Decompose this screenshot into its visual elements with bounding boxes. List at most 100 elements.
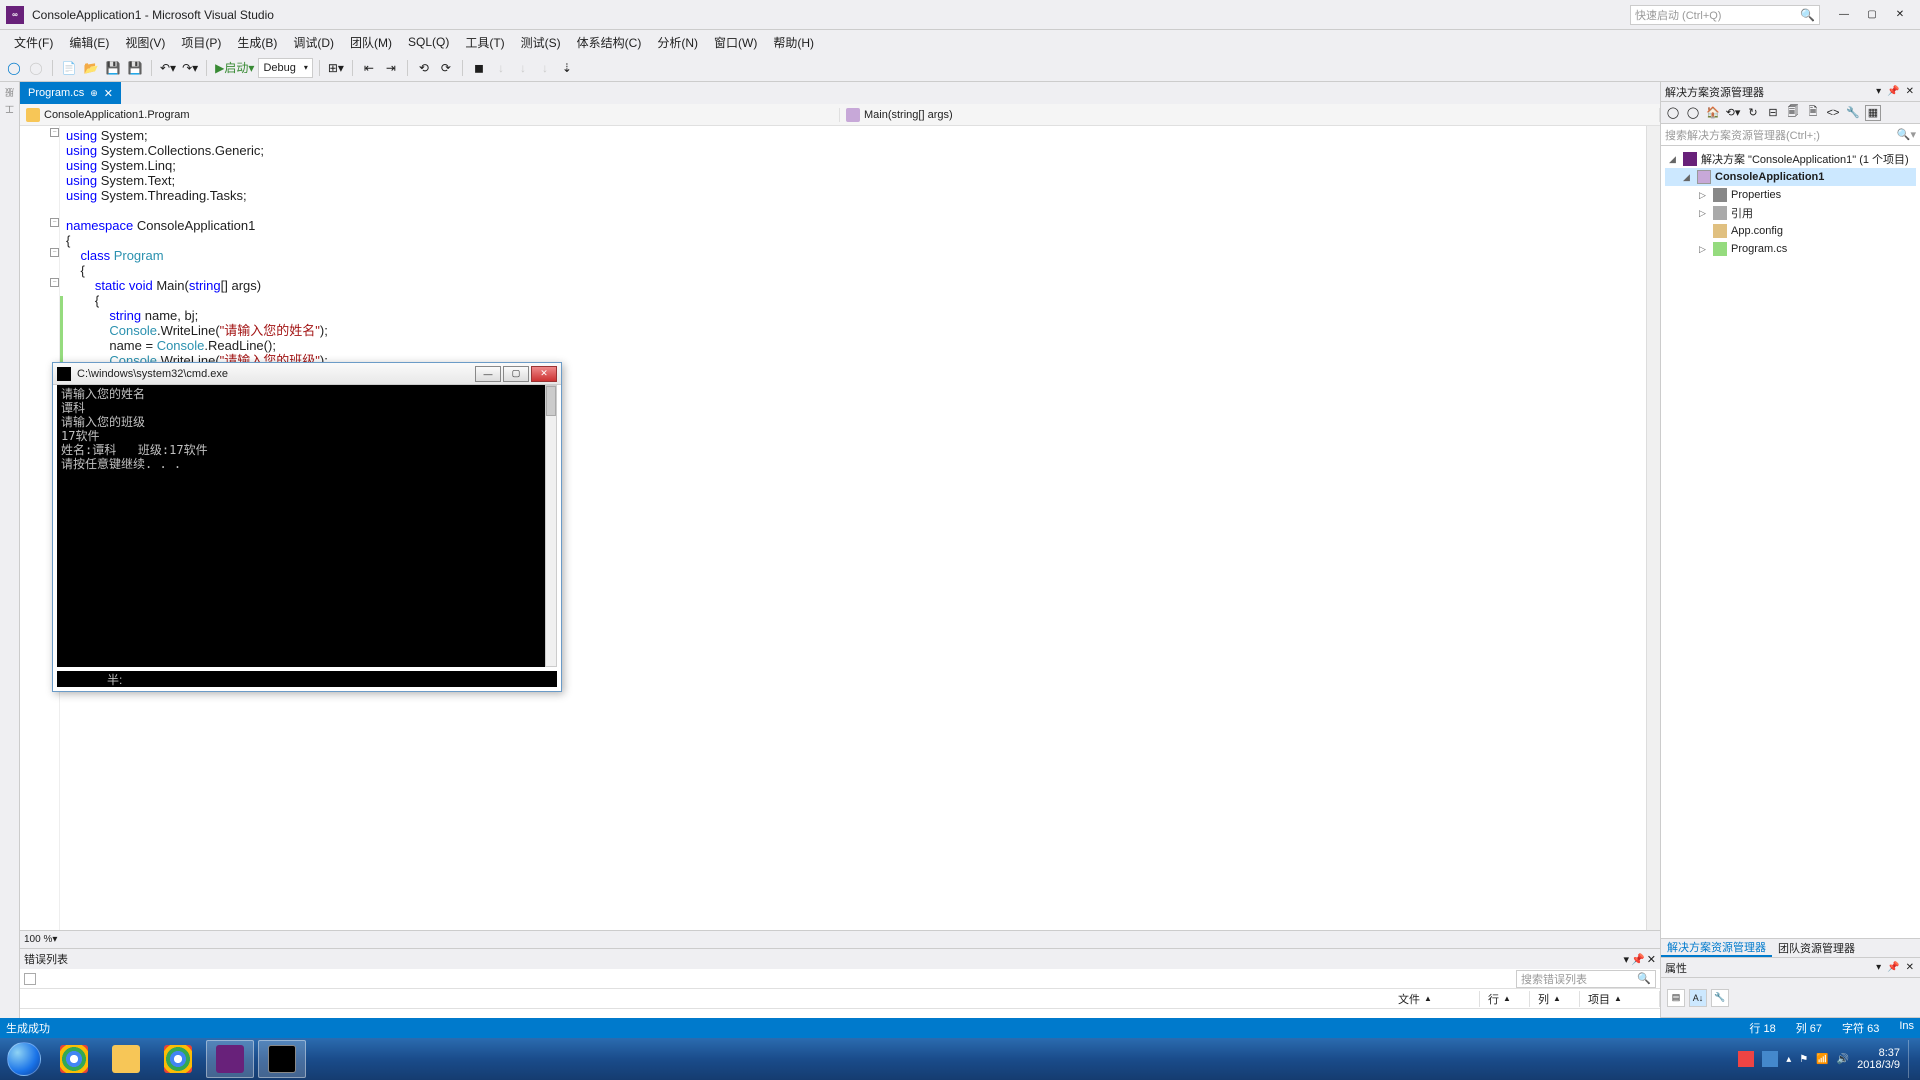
panel-pin-icon[interactable]: 📌 bbox=[1631, 953, 1645, 966]
nav-back-button[interactable]: ◯ bbox=[4, 58, 24, 78]
panel-dropdown-icon[interactable]: ▾ bbox=[1624, 953, 1630, 966]
nav-fwd-button[interactable]: ◯ bbox=[26, 58, 46, 78]
tree-project[interactable]: ◢ConsoleApplication1 bbox=[1665, 168, 1916, 186]
tree-appconfig[interactable]: App.config bbox=[1665, 222, 1916, 240]
undo-button[interactable]: ↶▾ bbox=[158, 58, 178, 78]
save-button[interactable]: 💾 bbox=[103, 58, 123, 78]
se-home-icon[interactable]: 🏠 bbox=[1705, 105, 1721, 121]
save-all-button[interactable]: 💾 bbox=[125, 58, 145, 78]
uncomment-button[interactable]: ⟳ bbox=[436, 58, 456, 78]
se-prop-icon[interactable]: 🔧 bbox=[1845, 105, 1861, 121]
menu-arch[interactable]: 体系结构(C) bbox=[569, 34, 650, 51]
menu-help[interactable]: 帮助(H) bbox=[765, 34, 822, 51]
menu-build[interactable]: 生成(B) bbox=[229, 34, 285, 51]
se-sync-icon[interactable]: ⟲▾ bbox=[1725, 105, 1741, 121]
server-explorer-tab[interactable]: 服 bbox=[3, 86, 16, 99]
taskbar-cmd[interactable] bbox=[258, 1040, 306, 1078]
prop-cat-button[interactable]: ▤ bbox=[1667, 989, 1685, 1007]
console-minimize-button[interactable]: — bbox=[475, 366, 501, 382]
console-titlebar[interactable]: C:\windows\system32\cmd.exe — ▢ ✕ bbox=[53, 363, 561, 385]
tree-program-cs[interactable]: ▷Program.cs bbox=[1665, 240, 1916, 258]
stop-button[interactable]: ◼ bbox=[469, 58, 489, 78]
quick-launch-input[interactable]: 快速启动 (Ctrl+Q) 🔍 bbox=[1630, 5, 1820, 25]
toolbox-tab[interactable]: 工 bbox=[3, 103, 16, 116]
tray-chevron-icon[interactable]: ▴ bbox=[1786, 1054, 1791, 1065]
taskbar-explorer[interactable] bbox=[102, 1040, 150, 1078]
taskbar-clock[interactable]: 8:37 2018/3/9 bbox=[1857, 1047, 1900, 1071]
menu-analyze[interactable]: 分析(N) bbox=[649, 34, 706, 51]
indent-left-button[interactable]: ⇤ bbox=[359, 58, 379, 78]
console-scrollbar[interactable] bbox=[545, 385, 557, 667]
menu-team[interactable]: 团队(M) bbox=[342, 34, 400, 51]
col-col[interactable]: 列 ▲ bbox=[1530, 991, 1580, 1007]
menu-edit[interactable]: 编辑(E) bbox=[61, 34, 117, 51]
panel-close-icon[interactable]: ✕ bbox=[1647, 953, 1656, 966]
panel-pin-icon[interactable]: 📌 bbox=[1885, 86, 1901, 97]
col-line[interactable]: 行 ▲ bbox=[1480, 991, 1530, 1007]
prop-az-button[interactable]: A↓ bbox=[1689, 989, 1707, 1007]
tab-solution-explorer[interactable]: 解决方案资源管理器 bbox=[1661, 939, 1772, 957]
tab-team-explorer[interactable]: 团队资源管理器 bbox=[1772, 939, 1861, 957]
tray-flag-icon[interactable]: ⚑ bbox=[1799, 1054, 1808, 1065]
se-collapse-icon[interactable]: ⊟ bbox=[1765, 105, 1781, 121]
editor-scrollbar-v[interactable] bbox=[1646, 126, 1660, 930]
pin-icon[interactable]: ⊕ bbox=[90, 88, 98, 99]
tab-close-icon[interactable]: ✕ bbox=[104, 87, 113, 100]
filter-icon[interactable] bbox=[24, 973, 36, 985]
config-dropdown[interactable]: Debug▾ bbox=[258, 58, 312, 78]
step-button-1[interactable]: ↓ bbox=[491, 58, 511, 78]
menu-window[interactable]: 窗口(W) bbox=[706, 34, 765, 51]
tree-solution[interactable]: ◢解决方案 "ConsoleApplication1" (1 个项目) bbox=[1665, 150, 1916, 168]
class-dropdown[interactable]: ConsoleApplication1.Program bbox=[20, 108, 840, 122]
tree-properties[interactable]: ▷Properties bbox=[1665, 186, 1916, 204]
method-dropdown[interactable]: Main(string[] args) bbox=[840, 108, 1660, 122]
console-close-button[interactable]: ✕ bbox=[531, 366, 557, 382]
indent-right-button[interactable]: ⇥ bbox=[381, 58, 401, 78]
error-search-input[interactable]: 搜索错误列表 🔍 bbox=[1516, 970, 1656, 988]
taskbar-chrome[interactable] bbox=[50, 1040, 98, 1078]
menu-project[interactable]: 项目(P) bbox=[173, 34, 229, 51]
tray-icon-1[interactable] bbox=[1738, 1051, 1754, 1067]
se-code-icon[interactable]: <> bbox=[1825, 105, 1841, 121]
comment-button[interactable]: ⟲ bbox=[414, 58, 434, 78]
show-desktop-button[interactable] bbox=[1908, 1040, 1916, 1078]
minimize-button[interactable]: — bbox=[1830, 5, 1858, 25]
menu-file[interactable]: 文件(F) bbox=[6, 34, 61, 51]
new-button[interactable]: 📄 bbox=[59, 58, 79, 78]
maximize-button[interactable]: ▢ bbox=[1858, 5, 1886, 25]
menu-view[interactable]: 视图(V) bbox=[117, 34, 173, 51]
menu-test[interactable]: 测试(S) bbox=[513, 34, 569, 51]
redo-button[interactable]: ↷▾ bbox=[180, 58, 200, 78]
panel-close-icon[interactable]: ✕ bbox=[1904, 962, 1916, 973]
panel-close-icon[interactable]: ✕ bbox=[1904, 86, 1916, 97]
start-debug-button[interactable]: ▶ 启动 ▾ bbox=[213, 58, 256, 78]
tree-references[interactable]: ▷引用 bbox=[1665, 204, 1916, 222]
menu-tools[interactable]: 工具(T) bbox=[457, 34, 512, 51]
tray-icon-2[interactable] bbox=[1762, 1051, 1778, 1067]
prop-pages-button[interactable]: 🔧 bbox=[1711, 989, 1729, 1007]
close-button[interactable]: ✕ bbox=[1886, 5, 1914, 25]
solution-search-input[interactable]: 搜索解决方案资源管理器(Ctrl+;) 🔍▾ bbox=[1661, 124, 1920, 146]
se-copy-icon[interactable]: 🗎 bbox=[1805, 105, 1821, 121]
tab-program-cs[interactable]: Program.cs ⊕ ✕ bbox=[20, 82, 121, 104]
misc-button-1[interactable]: ⊞▾ bbox=[326, 58, 346, 78]
solution-tree[interactable]: ◢解决方案 "ConsoleApplication1" (1 个项目) ◢Con… bbox=[1661, 146, 1920, 938]
start-button[interactable] bbox=[0, 1038, 48, 1080]
col-project[interactable]: 项目 ▲ bbox=[1580, 991, 1660, 1007]
taskbar-visualstudio[interactable] bbox=[206, 1040, 254, 1078]
open-button[interactable]: 📂 bbox=[81, 58, 101, 78]
se-fwd-icon[interactable]: ◯ bbox=[1685, 105, 1701, 121]
menu-sql[interactable]: SQL(Q) bbox=[400, 35, 457, 49]
menu-debug[interactable]: 调试(D) bbox=[285, 34, 342, 51]
panel-dropdown-icon[interactable]: ▾ bbox=[1874, 962, 1883, 973]
console-maximize-button[interactable]: ▢ bbox=[503, 366, 529, 382]
step-button-3[interactable]: ↓ bbox=[535, 58, 555, 78]
se-preview-icon[interactable]: ▦ bbox=[1865, 105, 1881, 121]
overflow-button[interactable]: ⇣ bbox=[557, 58, 577, 78]
col-file[interactable]: 文件 ▲ bbox=[1390, 991, 1480, 1007]
step-button-2[interactable]: ↓ bbox=[513, 58, 533, 78]
se-back-icon[interactable]: ◯ bbox=[1665, 105, 1681, 121]
se-showall-icon[interactable]: 🗐 bbox=[1785, 105, 1801, 121]
taskbar-chrome-2[interactable] bbox=[154, 1040, 202, 1078]
zoom-level[interactable]: 100 % bbox=[24, 934, 52, 945]
